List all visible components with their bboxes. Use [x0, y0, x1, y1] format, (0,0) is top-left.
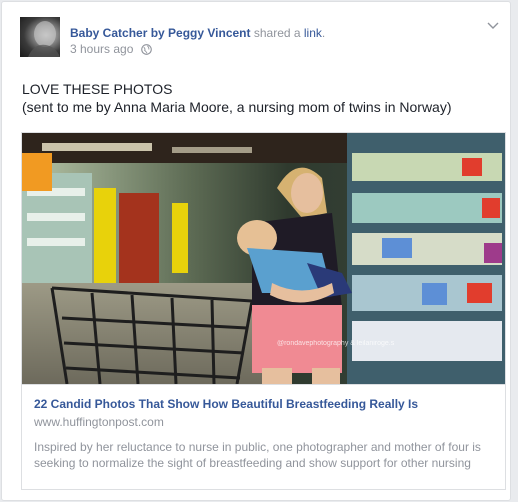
author-name-link[interactable]: Baby Catcher by Peggy Vincent	[70, 26, 251, 40]
post-header-line: Baby Catcher by Peggy Vincent shared a l…	[70, 26, 325, 40]
link-title[interactable]: 22 Candid Photos That Show How Beautiful…	[34, 397, 493, 411]
shared-link-link[interactable]: link	[304, 26, 322, 40]
link-description: Inspired by her reluctance to nurse in p…	[34, 440, 481, 470]
post-timestamp[interactable]: 3 hours ago	[70, 42, 133, 56]
link-preview-info[interactable]: 22 Candid Photos That Show How Beautiful…	[22, 384, 505, 489]
link-preview-image[interactable]: @rondavephotography & leilaniroge.s	[22, 133, 505, 384]
post-text-line-1: LOVE THESE PHOTOS	[22, 81, 173, 97]
post-meta: 3 hours ago	[70, 42, 152, 58]
feed-post: Baby Catcher by Peggy Vincent shared a l…	[1, 1, 511, 501]
post-text-line-2: (sent to me by Anna Maria Moore, a nursi…	[22, 99, 452, 115]
link-attachment[interactable]: @rondavephotography & leilaniroge.s 22 C…	[21, 132, 506, 490]
action-text: shared a	[250, 26, 304, 40]
action-end: .	[321, 26, 326, 40]
author-avatar[interactable]	[20, 17, 60, 57]
chevron-down-icon[interactable]	[486, 18, 500, 32]
svg-text:@rondavephotography & leilanir: @rondavephotography & leilaniroge.s	[277, 340, 395, 347]
globe-icon	[140, 44, 152, 58]
link-domain: www.huffingtonpost.com	[34, 415, 164, 429]
post-message: LOVE THESE PHOTOS (sent to me by Anna Ma…	[22, 80, 502, 116]
